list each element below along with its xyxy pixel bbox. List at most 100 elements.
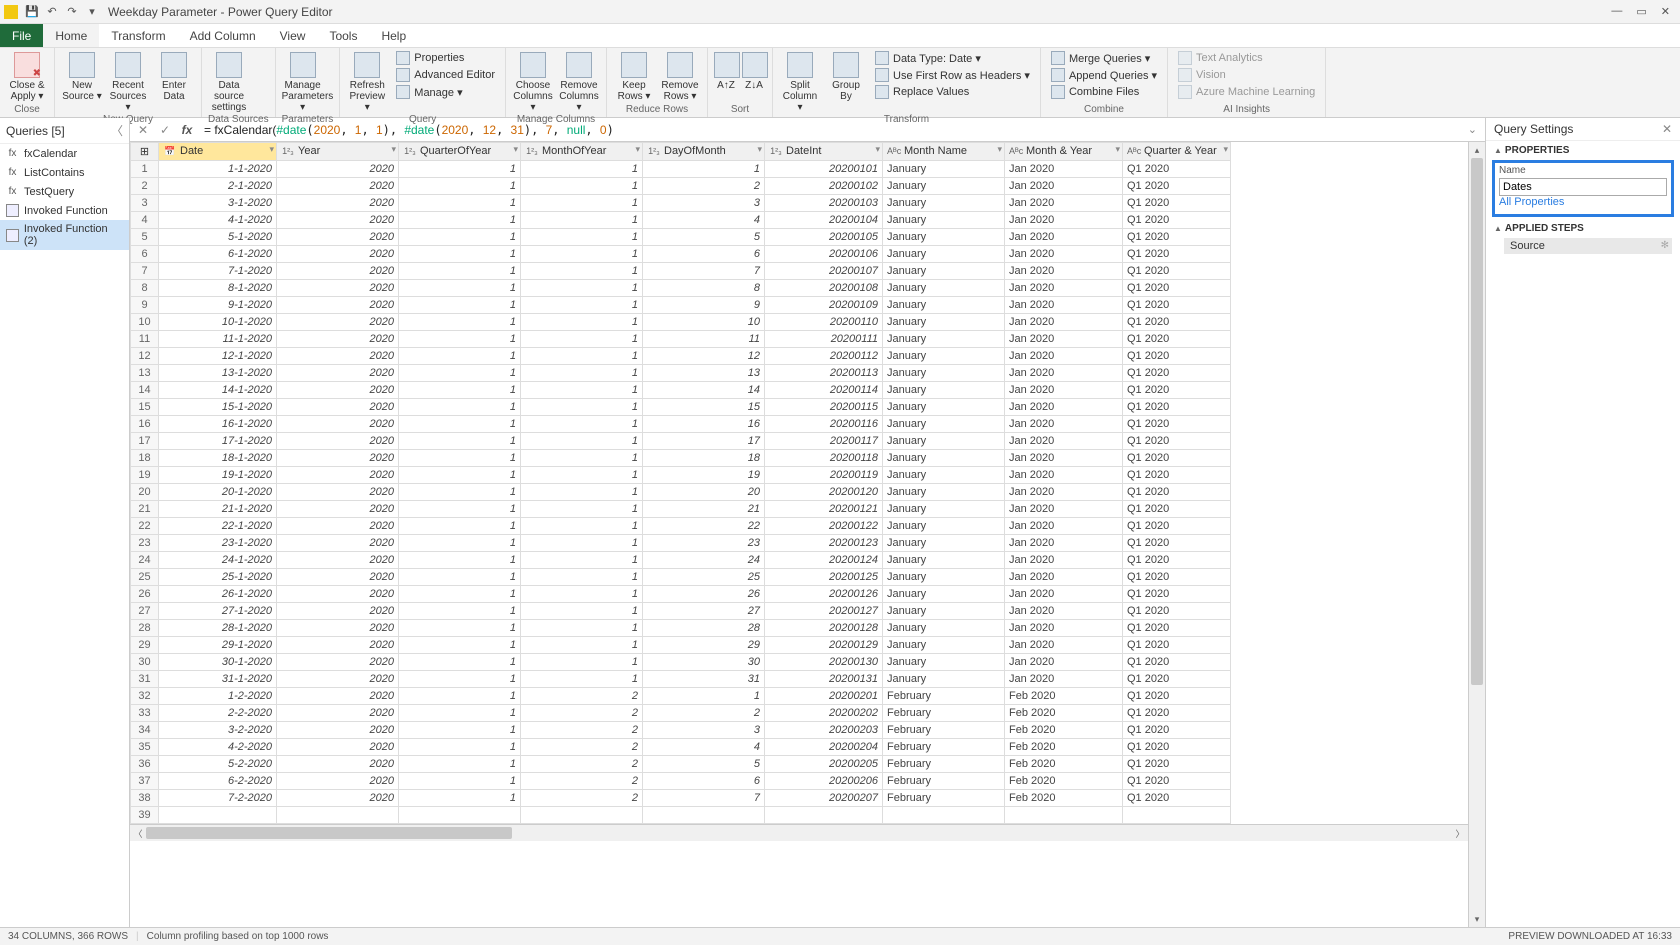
query-item-listcontains[interactable]: fxListContains — [0, 163, 129, 182]
cell[interactable]: 26 — [643, 586, 765, 603]
cell[interactable]: 1 — [643, 161, 765, 178]
row-number[interactable]: 11 — [131, 331, 159, 348]
minimize-button[interactable]: — — [1611, 5, 1622, 18]
cell[interactable]: January — [883, 450, 1005, 467]
cell[interactable] — [643, 807, 765, 824]
row-number[interactable]: 25 — [131, 569, 159, 586]
cell[interactable]: 3 — [643, 195, 765, 212]
cell[interactable]: 1 — [521, 212, 643, 229]
row-number[interactable]: 10 — [131, 314, 159, 331]
cell[interactable]: 20200206 — [765, 773, 883, 790]
cell[interactable]: 6-1-2020 — [159, 246, 277, 263]
scroll-right-icon[interactable]: 〉 — [1452, 827, 1468, 840]
formula-cancel-icon[interactable]: ✕ — [134, 123, 152, 137]
cell[interactable]: Jan 2020 — [1005, 161, 1123, 178]
cell[interactable]: 1 — [399, 739, 521, 756]
cell[interactable]: 11 — [643, 331, 765, 348]
cell[interactable]: 1-2-2020 — [159, 688, 277, 705]
cell[interactable]: 20200203 — [765, 722, 883, 739]
cell[interactable]: 1 — [399, 688, 521, 705]
cell[interactable]: 1 — [521, 280, 643, 297]
row-number[interactable]: 39 — [131, 807, 159, 824]
cell[interactable]: 7-1-2020 — [159, 263, 277, 280]
cell[interactable]: 8 — [643, 280, 765, 297]
tab-home[interactable]: Home — [43, 24, 99, 47]
row-number[interactable]: 32 — [131, 688, 159, 705]
qat-customize[interactable]: ▾ — [83, 3, 101, 21]
row-number[interactable]: 28 — [131, 620, 159, 637]
cell[interactable]: 6 — [643, 246, 765, 263]
cell[interactable]: Jan 2020 — [1005, 654, 1123, 671]
cell[interactable]: 20200104 — [765, 212, 883, 229]
column-header-quarterofyear[interactable]: 1²₃QuarterOfYear▾ — [399, 143, 521, 161]
cell[interactable]: 2020 — [277, 467, 399, 484]
cell[interactable]: 20200116 — [765, 416, 883, 433]
cell[interactable]: 4 — [643, 212, 765, 229]
cell[interactable]: 2020 — [277, 518, 399, 535]
qat-save-icon[interactable]: 💾 — [23, 3, 41, 21]
cell[interactable]: January — [883, 297, 1005, 314]
cell[interactable]: 20200127 — [765, 603, 883, 620]
row-number[interactable]: 37 — [131, 773, 159, 790]
cell[interactable]: Q1 2020 — [1123, 484, 1231, 501]
cell[interactable]: Q1 2020 — [1123, 399, 1231, 416]
query-item-fxcalendar[interactable]: fxfxCalendar — [0, 144, 129, 163]
cell[interactable]: 20200111 — [765, 331, 883, 348]
cell[interactable]: Q1 2020 — [1123, 450, 1231, 467]
cell[interactable]: 20200105 — [765, 229, 883, 246]
row-number[interactable]: 13 — [131, 365, 159, 382]
fx-icon[interactable]: fx — [178, 123, 196, 137]
recent-sources[interactable]: RecentSources ▾ — [107, 50, 149, 113]
row-number[interactable]: 27 — [131, 603, 159, 620]
cell[interactable]: 20200117 — [765, 433, 883, 450]
cell[interactable]: 1 — [399, 705, 521, 722]
cell[interactable]: 1 — [521, 331, 643, 348]
enter-data[interactable]: EnterData — [153, 50, 195, 102]
cell[interactable]: Jan 2020 — [1005, 433, 1123, 450]
cell[interactable]: Jan 2020 — [1005, 229, 1123, 246]
cell[interactable]: 16-1-2020 — [159, 416, 277, 433]
cell[interactable]: 3 — [643, 722, 765, 739]
cell[interactable]: January — [883, 671, 1005, 688]
query-name-input[interactable] — [1499, 178, 1667, 196]
cell[interactable]: January — [883, 637, 1005, 654]
row-number[interactable]: 18 — [131, 450, 159, 467]
v-scroll-thumb[interactable] — [1471, 158, 1483, 685]
cell[interactable]: 1 — [521, 161, 643, 178]
column-filter-icon[interactable]: ▾ — [997, 144, 1002, 155]
sort-desc[interactable]: Z↓A — [742, 50, 766, 91]
cell[interactable]: 20200115 — [765, 399, 883, 416]
cell[interactable]: 2020 — [277, 297, 399, 314]
cell[interactable]: 2-2-2020 — [159, 705, 277, 722]
cell[interactable]: 2020 — [277, 212, 399, 229]
cell[interactable]: 1 — [399, 467, 521, 484]
cell[interactable]: 20200102 — [765, 178, 883, 195]
cell[interactable]: 1 — [399, 501, 521, 518]
cell[interactable]: January — [883, 195, 1005, 212]
cell[interactable]: 1 — [521, 501, 643, 518]
row-number[interactable]: 34 — [131, 722, 159, 739]
cell[interactable]: 20200205 — [765, 756, 883, 773]
cell[interactable]: 2020 — [277, 671, 399, 688]
cell[interactable]: 2020 — [277, 314, 399, 331]
cell[interactable]: 2020 — [277, 756, 399, 773]
column-filter-icon[interactable]: ▾ — [1223, 144, 1228, 155]
remove-columns[interactable]: RemoveColumns ▾ — [558, 50, 600, 113]
cell[interactable]: Q1 2020 — [1123, 382, 1231, 399]
cell[interactable]: 2020 — [277, 620, 399, 637]
cell[interactable]: 20200204 — [765, 739, 883, 756]
row-number[interactable]: 38 — [131, 790, 159, 807]
cell[interactable]: 2020 — [277, 705, 399, 722]
cell[interactable]: 1 — [521, 518, 643, 535]
cell[interactable]: 2020 — [277, 178, 399, 195]
tab-file[interactable]: File — [0, 24, 43, 47]
cell[interactable]: Jan 2020 — [1005, 246, 1123, 263]
cell[interactable]: February — [883, 688, 1005, 705]
cell[interactable]: Feb 2020 — [1005, 790, 1123, 807]
cell[interactable]: 1 — [399, 535, 521, 552]
cell[interactable]: Jan 2020 — [1005, 382, 1123, 399]
cell[interactable]: 1 — [399, 229, 521, 246]
cell[interactable]: 1 — [399, 637, 521, 654]
cell[interactable]: 5 — [643, 229, 765, 246]
manage[interactable]: Manage ▾ — [392, 84, 499, 100]
